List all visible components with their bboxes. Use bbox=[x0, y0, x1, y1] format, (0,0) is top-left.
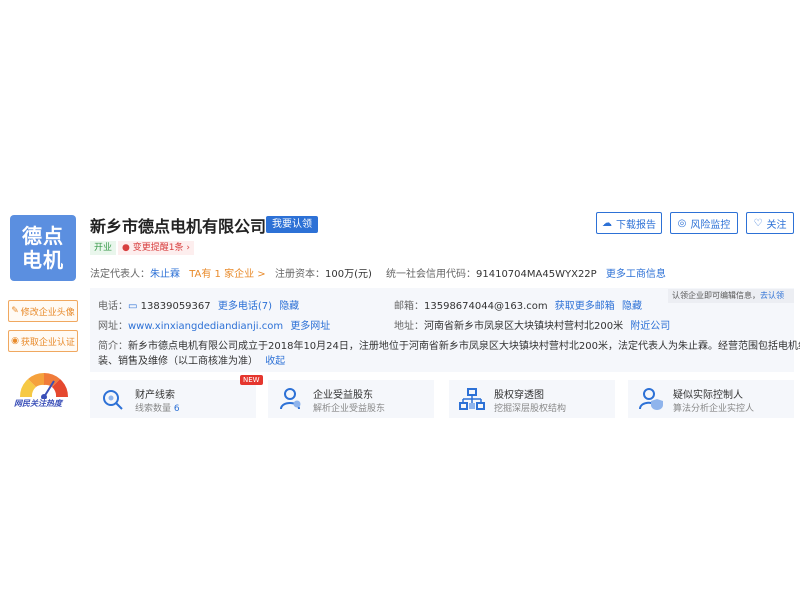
eye-icon: ◎ bbox=[677, 217, 687, 229]
legal-rep-name[interactable]: 朱止霖 bbox=[150, 269, 180, 280]
address-value: 河南省新乡市凤泉区大块镇块村营村北200米 bbox=[424, 321, 624, 332]
intro-row-2: 装、销售及维修（以工商核准为准） 收起 bbox=[98, 352, 285, 367]
capital-row: 注册资本：100万(元) bbox=[275, 265, 372, 280]
claim-button[interactable]: 我要认领 bbox=[266, 216, 318, 233]
nearby-companies-link[interactable]: 附近公司 bbox=[630, 321, 670, 332]
edit-icon: ✎ bbox=[11, 306, 19, 316]
change-alert-tag[interactable]: ● 变更提醒1条 › bbox=[118, 241, 194, 255]
search-money-icon bbox=[103, 390, 123, 410]
hide-phones-link[interactable]: 隐藏 bbox=[279, 301, 299, 312]
company-logo: 德点 电机 bbox=[10, 215, 76, 281]
credit-code-row: 统一社会信用代码：91410704MA45WYX22P 更多工商信息 bbox=[386, 265, 666, 280]
risk-monitor-button[interactable]: ◎ 风险监控 bbox=[670, 212, 738, 234]
more-business-info-link[interactable]: 更多工商信息 bbox=[606, 269, 666, 280]
card-subtitle: 算法分析企业实控人 bbox=[673, 404, 755, 414]
cloud-download-icon: ☁ bbox=[602, 217, 612, 229]
phone-value: 13839059367 bbox=[140, 301, 211, 312]
download-report-label: 下载报告 bbox=[616, 219, 656, 231]
modify-avatar-label: 修改企业头像 bbox=[20, 307, 75, 318]
address-label: 地址： bbox=[394, 321, 424, 332]
claim-note-text: 认领企业即可编辑信息， bbox=[672, 291, 760, 300]
modify-avatar-button[interactable]: ✎ 修改企业头像 bbox=[8, 300, 78, 322]
intro-label: 简介： bbox=[98, 341, 128, 352]
change-alert-label: 变更提醒1条 bbox=[132, 243, 184, 253]
certificate-icon: ◉ bbox=[11, 336, 19, 346]
card-subtitle: 挖掘深层股权结构 bbox=[494, 404, 567, 414]
intro-text-2: 装、销售及维修（以工商核准为准） bbox=[98, 356, 258, 367]
website-link[interactable]: www.xinxiangdediandianji.com bbox=[128, 321, 283, 332]
phone-label: 电话： bbox=[98, 301, 128, 312]
get-certification-label: 获取企业认证 bbox=[20, 337, 75, 348]
card-beneficiary-shareholders[interactable]: 企业受益股东 解析企业受益股东 bbox=[268, 380, 434, 418]
new-badge: NEW bbox=[240, 375, 263, 385]
phone-row: 电话：▭ 13839059367 更多电话(7) 隐藏 bbox=[98, 297, 299, 312]
phone-icon: ▭ bbox=[128, 301, 138, 312]
card-title: 疑似实际控制人 bbox=[673, 390, 743, 401]
capital-label: 注册资本： bbox=[275, 269, 325, 280]
email-label: 邮箱： bbox=[394, 301, 424, 312]
status-badge: 开业 bbox=[90, 241, 117, 255]
hide-emails-link[interactable]: 隐藏 bbox=[622, 301, 642, 312]
legal-rep-label: 法定代表人： bbox=[90, 269, 150, 280]
credit-code-value: 91410704MA45WYX22P bbox=[476, 269, 597, 280]
org-chart-icon bbox=[459, 388, 485, 410]
card-subtitle: 解析企业受益股东 bbox=[313, 404, 386, 414]
card-actual-controller[interactable]: 疑似实际控制人 算法分析企业实控人 bbox=[628, 380, 794, 418]
shareholder-icon bbox=[280, 388, 301, 410]
card-subtitle: 线索数量 6 bbox=[135, 401, 180, 414]
more-websites-link[interactable]: 更多网址 bbox=[290, 321, 330, 332]
card-property-clues[interactable]: 财产线索 线索数量 6 bbox=[90, 380, 256, 418]
intro-collapse-link[interactable]: 收起 bbox=[265, 356, 285, 367]
email-value: 13598674044@163.com bbox=[424, 301, 548, 312]
download-report-button[interactable]: ☁ 下载报告 bbox=[596, 212, 662, 234]
intro-row: 简介：新乡市德点电机有限公司成立于2018年10月24日，注册地位于河南省新乡市… bbox=[98, 337, 800, 352]
more-emails-link[interactable]: 获取更多邮箱 bbox=[555, 301, 615, 312]
claim-note-link[interactable]: 去认领 bbox=[760, 291, 784, 300]
heat-gauge-label: 网民关注热度 bbox=[14, 399, 62, 408]
company-name: 新乡市德点电机有限公司 bbox=[90, 217, 267, 236]
follow-button[interactable]: ♡ 关注 bbox=[746, 212, 794, 234]
intro-text: 新乡市德点电机有限公司成立于2018年10月24日，注册地位于河南省新乡市凤泉区… bbox=[128, 341, 800, 352]
follow-label: 关注 bbox=[766, 219, 787, 231]
logo-line-2: 电机 bbox=[22, 248, 64, 272]
logo-line-1: 德点 bbox=[22, 224, 64, 248]
credit-code-label: 统一社会信用代码： bbox=[386, 269, 476, 280]
card-equity-chart[interactable]: 股权穿透图 挖掘深层股权结构 bbox=[449, 380, 615, 418]
legal-rep-row: 法定代表人：朱止霖 TA有 1 家企业 > bbox=[90, 265, 266, 280]
legal-rep-companies-link[interactable]: TA有 1 家企业 > bbox=[189, 269, 265, 280]
heat-gauge-icon bbox=[19, 372, 69, 399]
risk-monitor-label: 风险监控 bbox=[690, 219, 731, 231]
claim-note: 认领企业即可编辑信息，去认领 bbox=[668, 289, 794, 303]
clue-count: 6 bbox=[173, 404, 180, 414]
website-label: 网址： bbox=[98, 321, 128, 332]
card-subtitle-label: 线索数量 bbox=[135, 404, 172, 414]
get-certification-button[interactable]: ◉ 获取企业认证 bbox=[8, 330, 78, 352]
address-row: 地址：河南省新乡市凤泉区大块镇块村营村北200米 附近公司 bbox=[394, 317, 670, 332]
controller-shield-icon bbox=[639, 388, 663, 410]
email-row: 邮箱：13598674044@163.com 获取更多邮箱 隐藏 bbox=[394, 297, 642, 312]
heart-icon: ♡ bbox=[753, 217, 763, 229]
alert-icon: ● bbox=[122, 243, 130, 253]
card-title: 企业受益股东 bbox=[313, 390, 373, 401]
chevron-right-icon: › bbox=[186, 243, 190, 253]
card-title: 股权穿透图 bbox=[494, 390, 544, 401]
more-phones-link[interactable]: 更多电话(7) bbox=[218, 301, 272, 312]
card-title: 财产线索 bbox=[135, 390, 175, 401]
capital-value: 100万(元) bbox=[325, 269, 372, 280]
website-row: 网址：www.xinxiangdediandianji.com 更多网址 bbox=[98, 317, 330, 332]
